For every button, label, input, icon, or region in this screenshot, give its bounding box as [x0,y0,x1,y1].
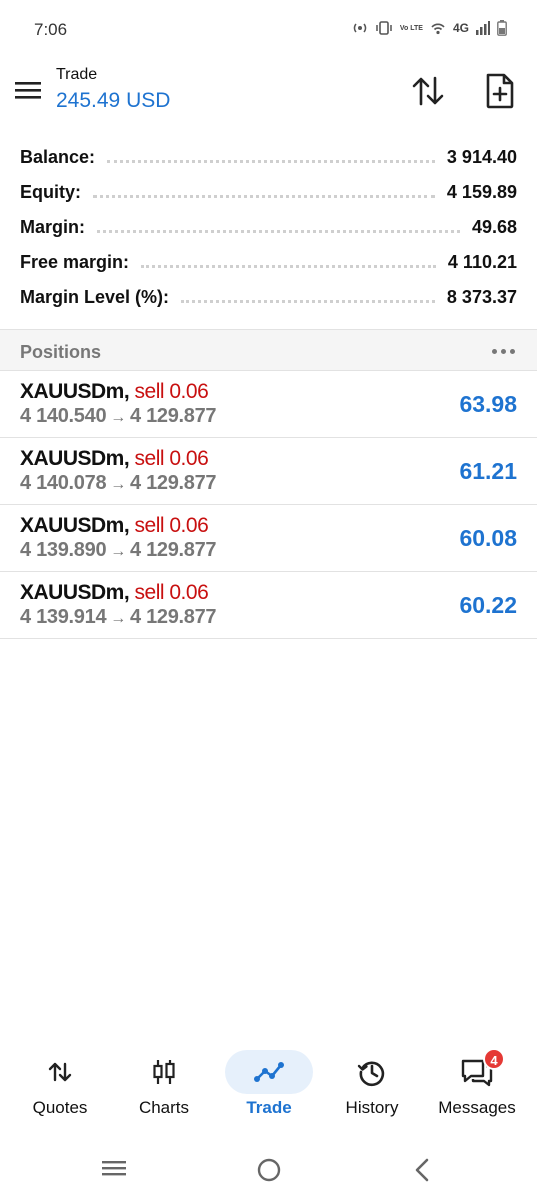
title-block: Trade 245.49 USD [56,66,170,113]
back-chevron-icon [415,1158,429,1182]
open-price: 4 140.078 [20,472,107,494]
position-row[interactable]: XAUUSDm, sell 0.06 4 140.540 → 4 129.877 6… [0,371,537,438]
dotted-leader [107,160,435,163]
arrows-updown-icon [48,1062,72,1082]
nav-label: Trade [246,1098,292,1117]
hamburger-icon [15,82,41,99]
status-bar: 7:06 Vo LTE 4G [0,0,537,62]
menu-button[interactable] [14,78,42,102]
sort-button[interactable] [410,74,446,108]
nav-label: Quotes [32,1098,88,1117]
nav-history[interactable]: History [322,1040,422,1130]
summary-row-balance: Balance: 3 914.40 [0,140,537,175]
summary-label: Margin: [20,217,91,238]
nav-label: Charts [138,1098,190,1117]
candlestick-icon [153,1060,175,1084]
positions-list: XAUUSDm, sell 0.06 4 140.540 → 4 129.877 6… [0,371,537,639]
position-side: sell 0.06 [134,447,209,470]
position-row[interactable]: XAUUSDm, sell 0.06 4 140.078 → 4 129.877 6… [0,438,537,505]
position-side: sell 0.06 [134,581,209,604]
position-side: sell 0.06 [134,514,209,537]
summary-row-free-margin: Free margin: 4 110.21 [0,245,537,280]
position-profit: 60.22 [459,592,517,618]
nav-label: Messages [438,1098,516,1117]
hotspot-icon [352,21,368,35]
current-price: 4 129.877 [129,472,217,494]
position-row[interactable]: XAUUSDm, sell 0.06 4 139.914 → 4 129.877 6… [0,572,537,639]
dotted-leader [141,265,436,268]
home-button[interactable] [254,1156,284,1191]
new-order-button[interactable] [484,72,516,110]
more-dots-icon [492,349,497,354]
summary-value: 8 373.37 [440,287,517,308]
nav-charts[interactable]: Charts [114,1040,214,1130]
nav-quotes[interactable]: Quotes [10,1040,110,1130]
network-type: 4G [452,21,469,35]
nav-trade[interactable]: Trade [219,1040,319,1130]
nav-messages[interactable]: 4 Messages [427,1040,527,1130]
trend-line-icon [254,1062,284,1082]
bottom-nav: Quotes Charts Trade History 4 Messages [0,1040,537,1130]
recent-apps-icon [102,1161,126,1176]
current-price: 4 129.877 [129,405,217,427]
sort-arrows-icon [412,76,444,106]
summary-row-margin-level: Margin Level (%): 8 373.37 [0,280,537,315]
page-title: Trade [56,66,98,83]
open-price: 4 139.890 [20,539,107,561]
home-circle-icon [257,1158,281,1182]
dotted-leader [97,230,460,233]
wifi-icon [430,21,446,35]
right-arrow-icon: → [110,543,126,560]
more-options-button[interactable] [492,349,515,354]
dotted-leader [181,300,435,303]
summary-row-margin: Margin: 49.68 [0,210,537,245]
summary-label: Equity: [20,182,87,203]
position-symbol: XAUUSDm, [20,447,130,470]
position-symbol: XAUUSDm, [20,514,130,537]
summary-value: 49.68 [465,217,517,238]
system-nav-bar [0,1140,537,1200]
volte-icon: Vo LTE [399,24,423,32]
position-symbol: XAUUSDm, [20,380,130,403]
current-price: 4 129.877 [129,606,217,628]
position-profit: 61.21 [459,458,517,484]
position-symbol: XAUUSDm, [20,581,130,604]
summary-row-equity: Equity: 4 159.89 [0,175,537,210]
unread-badge: 4 [483,1048,505,1070]
signal-icon [476,21,490,35]
new-document-icon [486,73,514,109]
right-arrow-icon: → [110,476,126,493]
app-header: Trade 245.49 USD [0,62,537,130]
header-balance: 245.49 USD [56,89,171,112]
vibrate-icon [375,21,393,35]
positions-title: Positions [20,342,102,362]
summary-label: Free margin: [20,252,136,273]
summary-label: Margin Level (%): [20,287,176,308]
nav-label: History [345,1098,399,1117]
right-arrow-icon: → [110,409,126,426]
position-side: sell 0.06 [134,380,209,403]
positions-header: Positions [0,329,537,371]
position-profit: 63.98 [459,391,517,417]
summary-value: 4 110.21 [441,252,517,273]
summary-label: Balance: [20,147,102,168]
current-price: 4 129.877 [129,539,217,561]
status-time: 7:06 [34,20,68,39]
account-summary: Balance: 3 914.40 Equity: 4 159.89 Margi… [0,140,537,315]
right-arrow-icon: → [110,610,126,627]
history-icon [357,1061,385,1087]
recent-apps-button[interactable] [100,1156,128,1185]
open-price: 4 139.914 [20,606,107,628]
status-icons: Vo LTE 4G [352,20,507,36]
position-profit: 60.08 [459,525,517,551]
summary-value: 3 914.40 [440,147,517,168]
back-button[interactable] [410,1156,436,1189]
battery-icon [497,20,507,36]
position-row[interactable]: XAUUSDm, sell 0.06 4 139.890 → 4 129.877 6… [0,505,537,572]
open-price: 4 140.540 [20,405,107,427]
summary-value: 4 159.89 [440,182,517,203]
dotted-leader [93,195,435,198]
